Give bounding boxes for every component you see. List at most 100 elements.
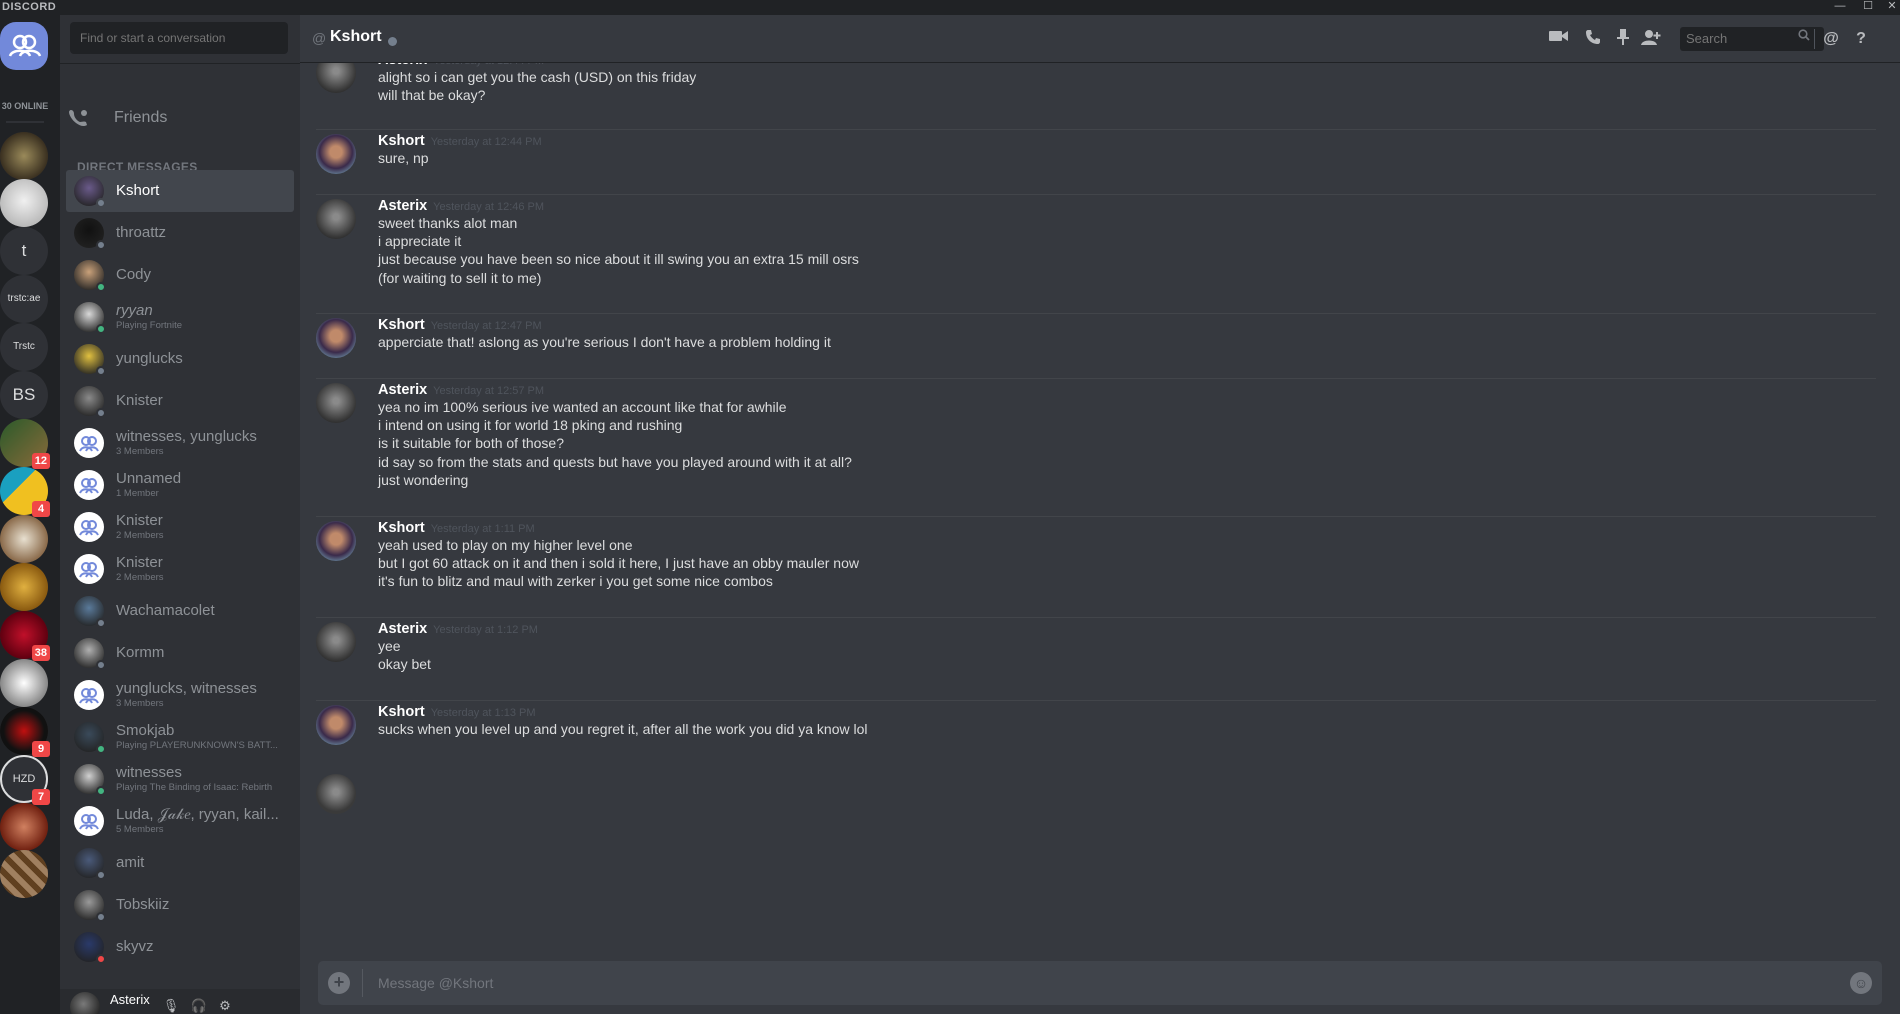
dm-item[interactable]: skyvz xyxy=(66,926,294,968)
server-icon[interactable] xyxy=(0,515,48,563)
user-panel: Asterix 🎙 🎧 ⚙ xyxy=(60,989,300,1014)
message-divider xyxy=(316,129,1876,130)
dm-item[interactable]: Wachamacolet xyxy=(66,590,294,632)
dm-name: Smokjab xyxy=(116,722,175,739)
video-camera-glyph xyxy=(1549,31,1568,41)
emoji-picker-icon[interactable]: ☺ xyxy=(1850,972,1872,994)
server-icon[interactable]: 9 xyxy=(0,707,50,757)
mention-icon[interactable]: @ xyxy=(1820,29,1842,49)
server-icon[interactable] xyxy=(0,179,48,227)
message-author[interactable]: Kshort xyxy=(378,133,425,149)
message-author[interactable]: Asterix xyxy=(378,621,427,637)
find-conversation-input[interactable] xyxy=(70,22,288,54)
close-button[interactable]: ✕ xyxy=(1878,0,1900,15)
dm-list: Kshort throattz Cody ryyan Playing Fortnite y… xyxy=(66,170,294,968)
message-timestamp: Yesterday at 12:47 PM xyxy=(430,320,542,332)
upload-plus-icon[interactable]: + xyxy=(328,972,350,994)
message-author[interactable]: Kshort xyxy=(378,317,425,333)
author-avatar[interactable] xyxy=(316,705,356,745)
user-avatar[interactable] xyxy=(70,992,100,1014)
message-author[interactable]: Asterix xyxy=(378,63,427,68)
server-icon[interactable]: 38 xyxy=(0,611,50,661)
group-dm-icon xyxy=(74,512,104,542)
server-icon[interactable]: BS xyxy=(0,371,48,419)
dm-item[interactable]: Tobskiiz xyxy=(66,884,294,926)
message-text: just because you have been so nice about… xyxy=(378,251,859,268)
online-count: 30 ONLINE xyxy=(1,101,49,111)
server-icon[interactable]: 4 xyxy=(0,467,50,517)
server-icon[interactable] xyxy=(0,132,48,180)
server-icon[interactable]: t xyxy=(0,227,48,275)
message-timestamp: Yesterday at 1:12 PM xyxy=(433,624,538,636)
white-cloud-avatar xyxy=(0,659,48,707)
message-composer: + ☺ xyxy=(318,961,1882,1005)
pattern-avatar xyxy=(0,850,48,898)
author-avatar[interactable] xyxy=(316,622,356,662)
message-author[interactable]: Kshort xyxy=(378,704,425,720)
dm-group-item[interactable]: Knister 2 Members xyxy=(66,506,294,548)
dm-item[interactable]: throattz xyxy=(66,212,294,254)
message-text: just wondering xyxy=(378,471,469,488)
mic-icon[interactable]: 🎙 xyxy=(162,997,180,1014)
server-icon[interactable] xyxy=(0,803,48,851)
author-avatar[interactable] xyxy=(316,774,356,814)
dm-subtext: 3 Members xyxy=(116,698,164,709)
server-icon[interactable]: HZD 7 xyxy=(0,755,50,805)
sidebar-divider xyxy=(60,63,300,64)
dm-name: ryyan xyxy=(116,302,153,319)
help-icon[interactable]: ? xyxy=(1850,29,1872,49)
dm-item[interactable]: ryyan Playing Fortnite xyxy=(66,296,294,338)
user-avatar xyxy=(74,848,106,880)
server-icon[interactable]: 12 xyxy=(0,419,50,469)
dm-item[interactable]: witnesses Playing The Binding of Isaac: R… xyxy=(66,758,294,800)
author-avatar[interactable] xyxy=(316,521,356,561)
author-avatar[interactable] xyxy=(316,318,356,358)
message-divider xyxy=(316,617,1876,618)
dm-group-item[interactable]: yunglucks, witnesses 3 Members xyxy=(66,674,294,716)
message-text: it's fun to blitz and maul with zerker i… xyxy=(378,573,773,590)
video-call-icon[interactable] xyxy=(1548,29,1570,49)
server-icon[interactable] xyxy=(0,563,48,611)
server-icon[interactable]: Trstc xyxy=(0,323,48,371)
settings-gear-icon[interactable]: ⚙ xyxy=(216,997,234,1014)
message-author[interactable]: Asterix xyxy=(378,198,427,214)
message-author[interactable]: Kshort xyxy=(378,520,425,536)
author-avatar[interactable] xyxy=(316,199,356,239)
dm-item[interactable]: amit xyxy=(66,842,294,884)
author-avatar[interactable] xyxy=(316,134,356,174)
headset-icon[interactable]: 🎧 xyxy=(190,997,208,1014)
dm-subtext: 5 Members xyxy=(116,824,164,835)
dm-item[interactable]: yunglucks xyxy=(66,338,294,380)
author-avatar[interactable] xyxy=(316,63,356,93)
status-dot xyxy=(96,366,106,376)
minimize-button[interactable]: — xyxy=(1826,0,1854,15)
dm-item[interactable]: Cody xyxy=(66,254,294,296)
message-group: Asterix Yesterday at 12:44 PM alight so i … xyxy=(316,63,1876,111)
author-avatar[interactable] xyxy=(316,383,356,423)
dm-name: Kormm xyxy=(116,644,165,661)
dm-group-item[interactable]: Knister 2 Members xyxy=(66,548,294,590)
dm-item[interactable]: Kshort xyxy=(66,170,294,212)
dm-group-item[interactable]: witnesses, yunglucks 3 Members xyxy=(66,422,294,464)
add-friend-icon[interactable] xyxy=(1640,29,1662,49)
dm-item[interactable]: Knister xyxy=(66,380,294,422)
message-input[interactable] xyxy=(378,961,1838,1005)
app-brand: DISCORD xyxy=(2,1,57,13)
message-text: i intend on using it for world 18 pking … xyxy=(378,417,683,434)
server-icon[interactable]: trstc:ae xyxy=(0,275,48,323)
group-dm-icon xyxy=(74,806,104,836)
friends-nav-item[interactable]: Friends xyxy=(68,96,292,140)
dm-group-item[interactable]: Luda, 𝒥𝒶𝓀𝑒, ryyan, kail... 5 Members xyxy=(66,800,294,842)
status-dot xyxy=(96,198,106,208)
message-author[interactable]: Asterix xyxy=(378,382,427,398)
group-dm-icon xyxy=(74,428,104,458)
server-icon[interactable] xyxy=(0,850,48,898)
dm-item[interactable]: Smokjab Playing PLAYERUNKNOWN'S BATT... xyxy=(66,716,294,758)
voice-call-icon[interactable] xyxy=(1582,29,1604,49)
home-friends-button[interactable] xyxy=(0,22,48,70)
pin-icon[interactable] xyxy=(1612,29,1634,49)
dm-item[interactable]: Kormm xyxy=(66,632,294,674)
dm-group-item[interactable]: Unnamed 1 Member xyxy=(66,464,294,506)
server-icon[interactable] xyxy=(0,659,48,707)
face-photo-avatar xyxy=(0,803,48,851)
